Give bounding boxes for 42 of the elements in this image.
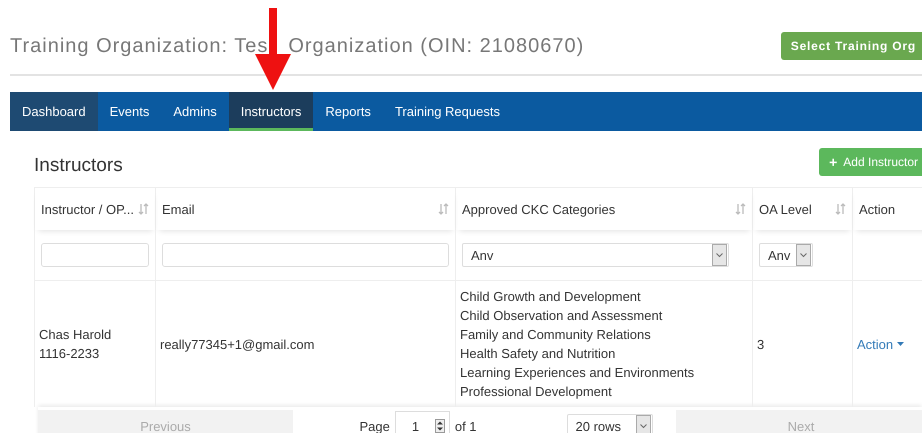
nav-tab[interactable]: Instructors [228, 92, 314, 131]
sort-icon[interactable] [735, 203, 746, 215]
rows-dropdown[interactable]: 20 rows [566, 414, 652, 433]
dropdown-caret-icon[interactable] [636, 415, 650, 433]
category-item: Child Observation and Assessment [460, 307, 664, 325]
category-item: Health Safety and Nutrition [460, 345, 616, 363]
category-item: Professional Development [460, 383, 613, 401]
sort-icon[interactable] [835, 203, 846, 215]
category-item: Learning Experiences and Environments [460, 364, 696, 382]
nav-tab[interactable]: Reports [313, 92, 383, 131]
page-label: Page [359, 418, 390, 433]
dropdown-caret-icon[interactable] [796, 244, 811, 266]
spinner-icon[interactable] [434, 419, 445, 433]
page-count: of 1 [454, 418, 477, 433]
page-title: Training Organization: Tes [10, 34, 268, 58]
filter-field[interactable] [162, 243, 449, 267]
caret-icon[interactable] [897, 342, 904, 346]
sort-icon[interactable] [438, 203, 449, 215]
category-item: Child Growth and Development [460, 288, 642, 306]
column-header[interactable]: OA Level [753, 188, 853, 230]
column-header[interactable]: Approved CKC Categories [456, 188, 753, 230]
dropdown-caret-icon[interactable] [712, 244, 727, 266]
column-header: Action [853, 188, 922, 230]
page-input[interactable]: 1 [394, 411, 450, 433]
section-title: Instructors [34, 155, 123, 177]
filter-field[interactable] [41, 243, 149, 267]
page-title: Organization (OIN: 21080670) [288, 34, 584, 58]
action-link[interactable]: Action [857, 334, 922, 354]
oa-level-cell-text: 3 [757, 336, 766, 354]
category-item: Family and Community Relations [460, 326, 652, 344]
column-header[interactable]: Instructor / OP... [35, 188, 156, 230]
nav-tab[interactable]: Dashboard [10, 92, 98, 131]
instructor-name: Chas Harold [39, 326, 112, 344]
email-cell-text: really77345+1@gmail.com [160, 336, 316, 354]
sort-icon[interactable] [138, 203, 149, 215]
nav-tab[interactable]: Admins [161, 92, 229, 131]
column-header[interactable]: Email [156, 188, 456, 230]
nav-tab[interactable]: Training Requests [382, 92, 512, 131]
nav-tab[interactable]: Events [98, 92, 162, 131]
filter-dropdown[interactable]: Anv [462, 243, 729, 267]
filter-dropdown[interactable]: Anv [759, 243, 813, 267]
instructor-name: 1116-2233 [39, 345, 100, 363]
